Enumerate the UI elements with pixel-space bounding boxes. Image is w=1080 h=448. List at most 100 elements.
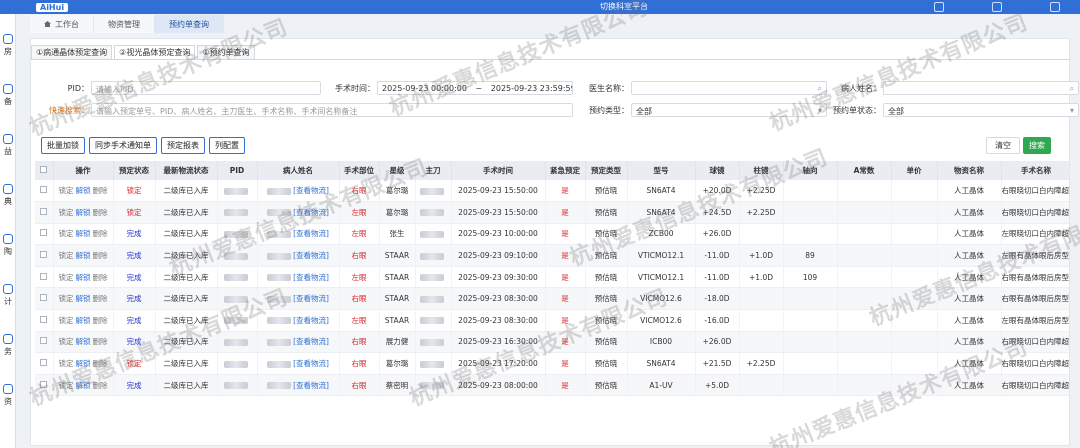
- row-action-2[interactable]: 删除: [93, 359, 108, 368]
- row-checkbox[interactable]: [40, 337, 48, 345]
- row-checkbox-cell[interactable]: [35, 352, 54, 375]
- sidebar-item[interactable]: 务: [2, 334, 14, 357]
- row-checkbox-cell[interactable]: [35, 223, 54, 246]
- booking-report-button[interactable]: 预定报表: [161, 137, 205, 154]
- sidebar-item[interactable]: 资: [2, 384, 14, 407]
- row-checkbox-cell[interactable]: [35, 266, 54, 289]
- sidebar-item[interactable]: 益: [2, 134, 14, 157]
- pid-input[interactable]: 请输入PID: [91, 81, 321, 95]
- notification-icon[interactable]: [934, 2, 944, 12]
- search-button[interactable]: 搜索: [1023, 137, 1051, 154]
- row-checkbox-cell[interactable]: [35, 201, 54, 224]
- row-checkbox[interactable]: [40, 207, 48, 215]
- settings-icon[interactable]: [992, 2, 1002, 12]
- row-action-2[interactable]: 删除: [93, 294, 108, 303]
- row-action-0[interactable]: 锁定: [59, 251, 74, 260]
- table-row[interactable]: 锁定 解锁 删除 锁定 二级库已入库 [查看物流] 左眼 葛尔璐 2025-09-23 15:5…: [35, 201, 1069, 224]
- view-logistics-link[interactable]: [查看物流]: [293, 294, 329, 303]
- nav-tab[interactable]: 预约单查询: [155, 15, 224, 33]
- view-logistics-link[interactable]: [查看物流]: [293, 186, 329, 195]
- row-action-1[interactable]: 解锁: [76, 186, 91, 195]
- booking-type-select[interactable]: 全部 ▾: [631, 103, 827, 117]
- row-checkbox-cell[interactable]: [35, 287, 54, 311]
- row-checkbox[interactable]: [40, 315, 48, 323]
- table-row[interactable]: 锁定 解锁 删除 完成 二级库已入库 [查看物流] 右眼 STAAR 2025-09-23 08…: [35, 287, 1069, 311]
- row-action-1[interactable]: 解锁: [76, 337, 91, 346]
- view-logistics-link[interactable]: [查看物流]: [293, 381, 329, 390]
- table-row[interactable]: 锁定 解锁 删除 完成 二级库已入库 [查看物流] 右眼 展力健 2025-09-23 16:3…: [35, 331, 1069, 354]
- row-checkbox[interactable]: [40, 186, 48, 194]
- row-checkbox[interactable]: [40, 380, 48, 388]
- patient-input[interactable]: ⌕: [883, 81, 1079, 95]
- sub-tab[interactable]: ①预约单查询: [197, 45, 255, 59]
- quick-search-input[interactable]: 请输入预定单号、PID、病人姓名、主刀医生、手术名称、手术间名称备注: [91, 103, 573, 117]
- select-all-checkbox[interactable]: [40, 166, 48, 173]
- sidebar-item[interactable]: 计: [2, 284, 14, 307]
- row-action-2[interactable]: 删除: [93, 208, 108, 217]
- row-action-0[interactable]: 锁定: [59, 337, 74, 346]
- row-action-1[interactable]: 解锁: [76, 229, 91, 238]
- row-checkbox-cell[interactable]: [35, 180, 54, 203]
- row-action-2[interactable]: 删除: [93, 316, 108, 325]
- sidebar-item[interactable]: 典: [2, 184, 14, 207]
- batch-lock-button[interactable]: 批量加锁: [41, 137, 85, 154]
- table-row[interactable]: 锁定 解锁 删除 完成 二级库已入库 [查看物流] 左眼 STAAR 2025-09-23 08…: [35, 309, 1069, 332]
- view-logistics-link[interactable]: [查看物流]: [293, 316, 329, 325]
- row-checkbox-cell[interactable]: [35, 244, 54, 267]
- table-row[interactable]: 锁定 解锁 删除 完成 二级库已入库 [查看物流] 左眼 STAAR 2025-09-23 09…: [35, 266, 1069, 289]
- table-row[interactable]: 锁定 解锁 删除 完成 二级库已入库 [查看物流] 右眼 蔡密明 2025-09-23 08:0…: [35, 374, 1069, 397]
- row-action-0[interactable]: 锁定: [59, 381, 74, 390]
- row-action-1[interactable]: 解锁: [76, 359, 91, 368]
- table-row[interactable]: 锁定 解锁 删除 完成 二级库已入库 [查看物流] 右眼 STAAR 2025-09-23 09…: [35, 244, 1069, 267]
- view-logistics-link[interactable]: [查看物流]: [293, 273, 329, 282]
- view-logistics-link[interactable]: [查看物流]: [293, 337, 329, 346]
- table-row[interactable]: 锁定 解锁 删除 锁定 二级库已入库 [查看物流] 右眼 葛尔璐 2025-09-23 15:5…: [35, 180, 1069, 203]
- nav-tab[interactable]: 物资管理: [94, 15, 155, 33]
- sidebar-item[interactable]: 备: [2, 84, 14, 107]
- row-action-0[interactable]: 锁定: [59, 208, 74, 217]
- row-action-2[interactable]: 删除: [93, 186, 108, 195]
- sync-notice-button[interactable]: 同步手术通知单: [89, 137, 157, 154]
- row-action-2[interactable]: 删除: [93, 273, 108, 282]
- sub-tab[interactable]: ①病通晶体预定查询: [31, 45, 113, 59]
- booking-status-select[interactable]: 全部 ▾: [883, 103, 1079, 117]
- row-action-0[interactable]: 锁定: [59, 186, 74, 195]
- row-checkbox-cell[interactable]: [35, 331, 54, 354]
- row-action-0[interactable]: 锁定: [59, 294, 74, 303]
- view-logistics-link[interactable]: [查看物流]: [293, 208, 329, 217]
- row-action-0[interactable]: 锁定: [59, 316, 74, 325]
- doctor-input[interactable]: ⌕: [631, 81, 827, 95]
- switch-department[interactable]: 切换科室平台: [600, 1, 648, 12]
- table-row[interactable]: 锁定 解锁 删除 锁定 二级库已入库 [查看物流] 右眼 葛尔璐 2025-09-23 17:2…: [35, 352, 1069, 375]
- nav-tab[interactable]: 工作台: [30, 15, 94, 33]
- time-range-input[interactable]: 2025-09-23 00:00:00 ~ 2025-09-23 23:59:5…: [377, 81, 573, 95]
- row-checkbox-cell[interactable]: [35, 309, 54, 332]
- row-checkbox[interactable]: [40, 229, 48, 237]
- row-action-0[interactable]: 锁定: [59, 229, 74, 238]
- view-logistics-link[interactable]: [查看物流]: [293, 251, 329, 260]
- row-checkbox[interactable]: [40, 359, 48, 367]
- clear-button[interactable]: 清空: [986, 137, 1020, 154]
- row-checkbox[interactable]: [40, 294, 48, 302]
- row-checkbox[interactable]: [40, 272, 48, 280]
- column-config-button[interactable]: 列配置: [209, 137, 245, 154]
- row-action-2[interactable]: 删除: [93, 229, 108, 238]
- sub-tab[interactable]: ②视光晶体预定查询: [114, 45, 196, 59]
- user-icon[interactable]: [1050, 2, 1060, 12]
- sidebar-item[interactable]: 房: [2, 34, 14, 57]
- view-logistics-link[interactable]: [查看物流]: [293, 359, 329, 368]
- row-action-1[interactable]: 解锁: [76, 251, 91, 260]
- row-action-2[interactable]: 删除: [93, 251, 108, 260]
- row-action-1[interactable]: 解锁: [76, 273, 91, 282]
- row-action-2[interactable]: 删除: [93, 337, 108, 346]
- select-all-checkbox-cell[interactable]: [35, 161, 54, 180]
- view-logistics-link[interactable]: [查看物流]: [293, 229, 329, 238]
- row-action-1[interactable]: 解锁: [76, 208, 91, 217]
- row-action-1[interactable]: 解锁: [76, 294, 91, 303]
- row-checkbox-cell[interactable]: [35, 374, 54, 397]
- table-row[interactable]: 锁定 解锁 删除 完成 二级库已入库 [查看物流] 左眼 张生 2025-09-23 10:00…: [35, 223, 1069, 246]
- row-action-0[interactable]: 锁定: [59, 273, 74, 282]
- row-action-1[interactable]: 解锁: [76, 316, 91, 325]
- row-action-2[interactable]: 删除: [93, 381, 108, 390]
- row-checkbox[interactable]: [40, 251, 48, 259]
